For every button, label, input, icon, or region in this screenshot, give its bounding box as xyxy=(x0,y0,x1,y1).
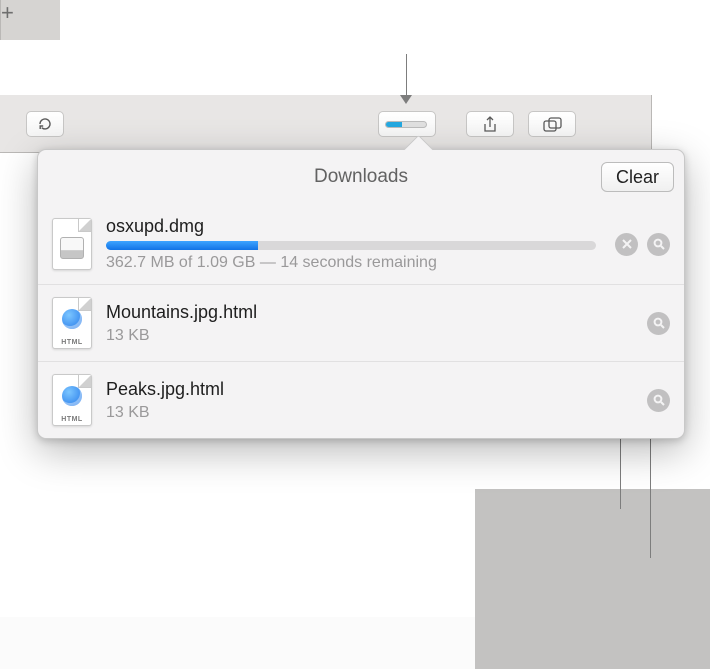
magnifier-icon xyxy=(653,317,665,329)
download-row: HTML Mountains.jpg.html 13 KB xyxy=(38,284,684,361)
callout-line-top xyxy=(406,54,407,98)
file-icon-html: HTML xyxy=(52,374,92,426)
download-actions xyxy=(647,312,670,335)
download-actions xyxy=(615,233,670,256)
callout-arrowhead xyxy=(400,95,412,104)
download-filename: osxupd.dmg xyxy=(106,216,605,237)
download-row: osxupd.dmg 362.7 MB of 1.09 GB — 14 seco… xyxy=(38,204,684,284)
tabs-overview-button[interactable] xyxy=(528,111,576,137)
download-status: 13 KB xyxy=(106,404,637,422)
cancel-download-button[interactable] xyxy=(615,233,638,256)
tabs-overview-icon xyxy=(543,117,562,132)
downloads-mini-progress xyxy=(385,121,427,128)
screenshot-canvas: + Downloads Clear osxupd.dmg 362.7 MB of… xyxy=(0,0,710,617)
download-meta: Peaks.jpg.html 13 KB xyxy=(106,379,637,422)
downloads-toolbar-button[interactable] xyxy=(378,111,436,137)
downloads-popover: Downloads Clear osxupd.dmg 362.7 MB of 1… xyxy=(37,149,685,439)
file-icon-html: HTML xyxy=(52,297,92,349)
share-icon xyxy=(482,116,498,133)
plus-icon: + xyxy=(1,0,14,25)
popover-title: Downloads xyxy=(314,166,408,188)
download-filename: Mountains.jpg.html xyxy=(106,302,637,323)
file-icon-dmg xyxy=(52,218,92,270)
download-row: HTML Peaks.jpg.html 13 KB xyxy=(38,361,684,438)
background-panel xyxy=(475,489,710,669)
reveal-in-finder-button[interactable] xyxy=(647,233,670,256)
download-filename: Peaks.jpg.html xyxy=(106,379,637,400)
magnifier-icon xyxy=(653,238,665,250)
close-icon xyxy=(621,238,633,250)
share-button[interactable] xyxy=(466,111,514,137)
download-meta: osxupd.dmg 362.7 MB of 1.09 GB — 14 seco… xyxy=(106,216,605,272)
clear-button[interactable]: Clear xyxy=(601,162,674,192)
downloads-list: osxupd.dmg 362.7 MB of 1.09 GB — 14 seco… xyxy=(38,204,684,438)
reload-button[interactable] xyxy=(26,111,64,137)
download-progress-bar xyxy=(106,241,596,250)
download-status: 13 KB xyxy=(106,327,637,345)
file-badge-html: HTML xyxy=(53,339,91,346)
download-meta: Mountains.jpg.html 13 KB xyxy=(106,302,637,345)
magnifier-icon xyxy=(653,394,665,406)
file-badge-html: HTML xyxy=(53,416,91,423)
reload-icon xyxy=(37,116,53,132)
new-tab-button[interactable]: + xyxy=(0,0,60,40)
reveal-in-finder-button[interactable] xyxy=(647,389,670,412)
download-actions xyxy=(647,389,670,412)
reveal-in-finder-button[interactable] xyxy=(647,312,670,335)
download-status: 362.7 MB of 1.09 GB — 14 seconds remaini… xyxy=(106,254,605,272)
callout-line-bottom xyxy=(650,438,651,558)
popover-header: Downloads Clear xyxy=(38,150,684,204)
